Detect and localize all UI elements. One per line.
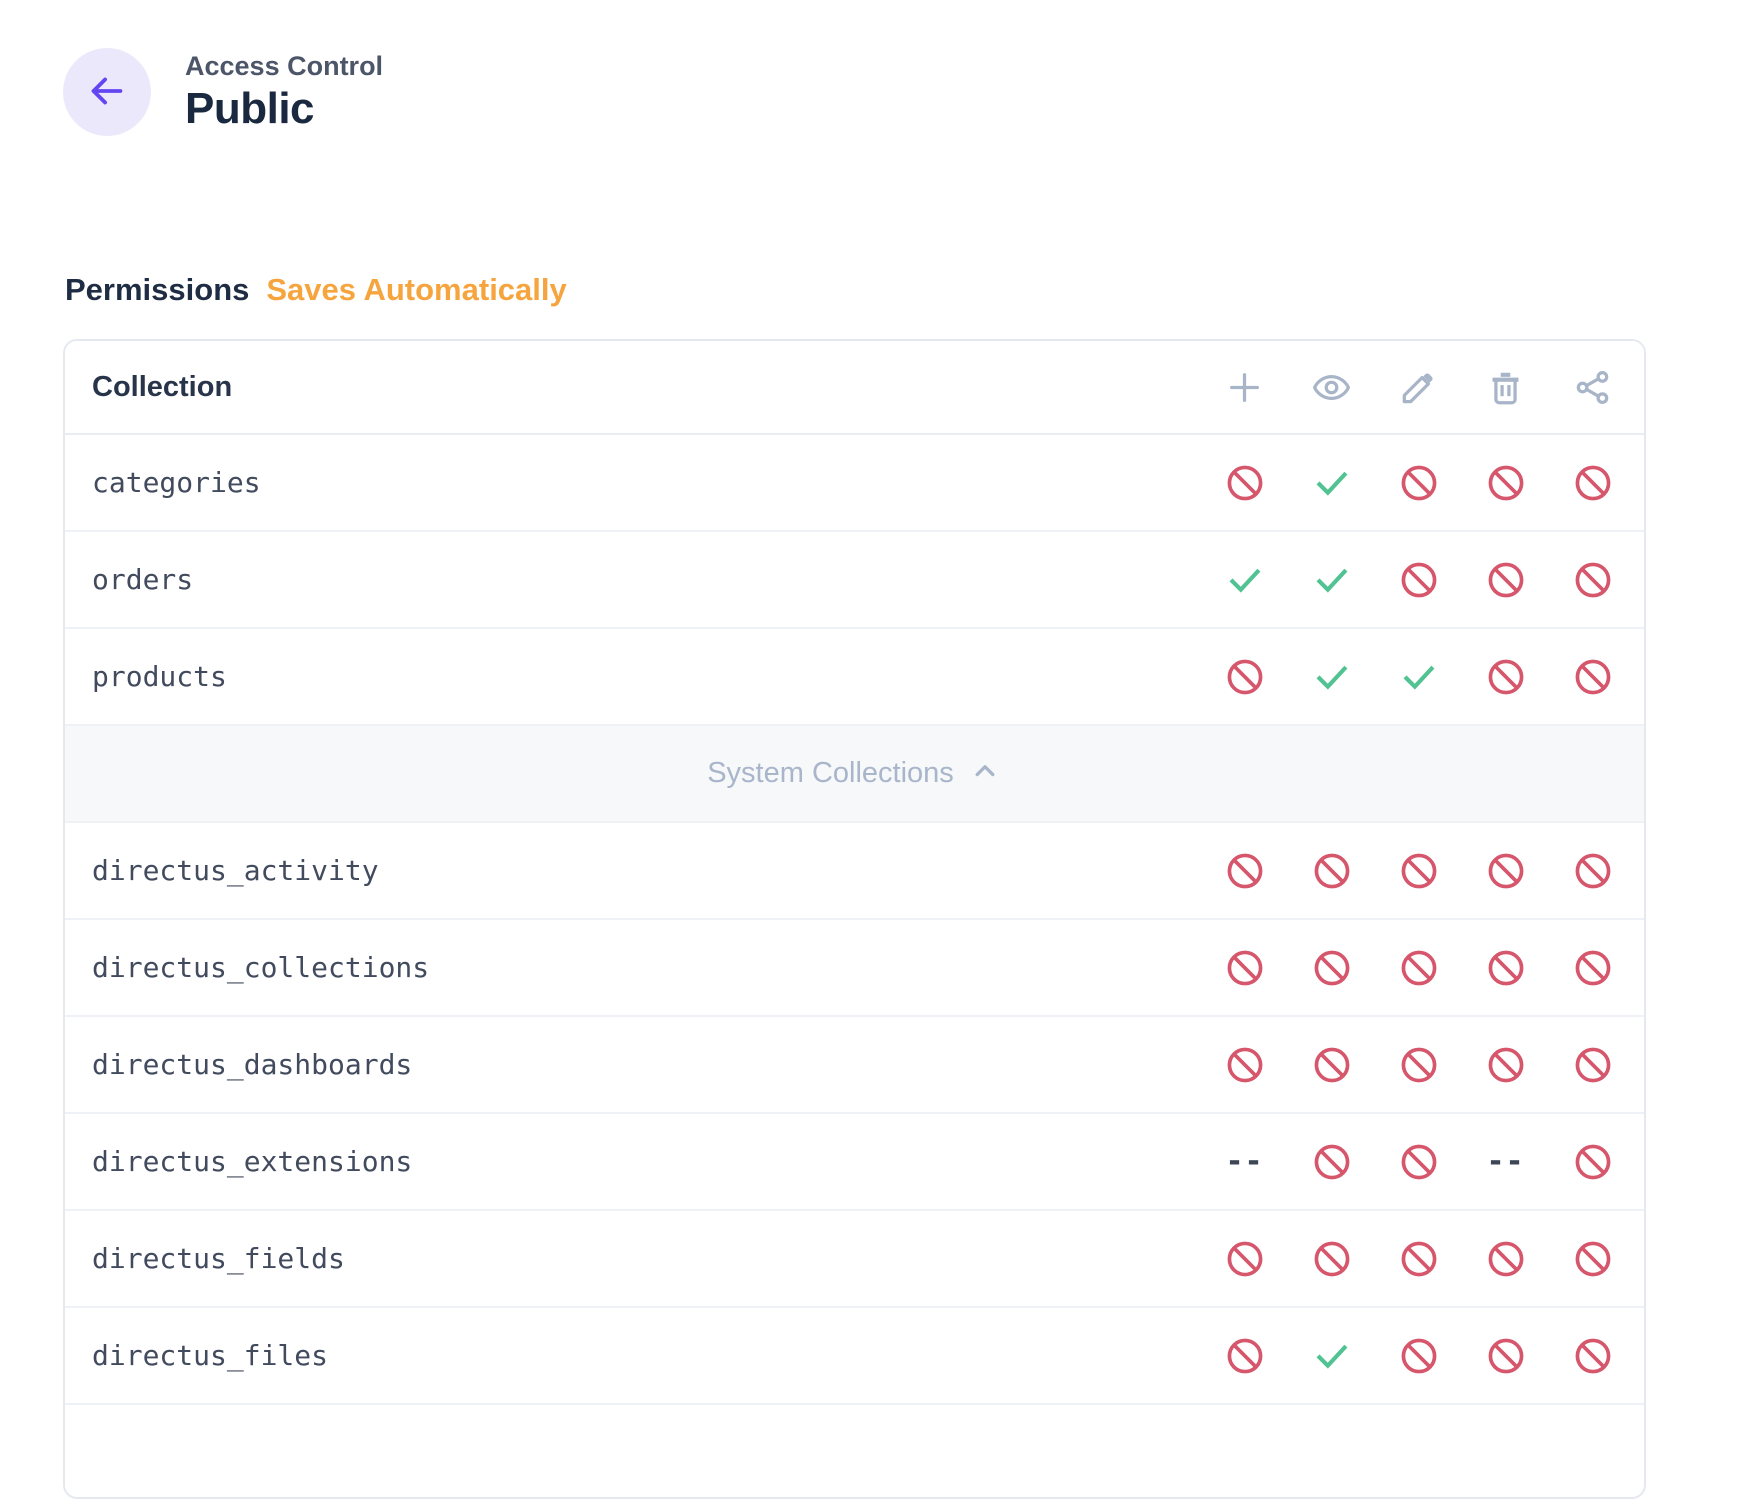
block-icon-share[interactable] xyxy=(1549,1238,1636,1280)
collection-name: products xyxy=(92,660,1201,693)
block-icon-read[interactable] xyxy=(1288,1141,1375,1183)
title-block: Access Control Public xyxy=(185,50,383,135)
check-icon-read[interactable] xyxy=(1288,1336,1375,1376)
collection-name: directus_activity xyxy=(92,854,1201,887)
table-row: products xyxy=(65,629,1644,726)
saves-automatically-badge: Saves Automatically xyxy=(266,272,566,308)
plus-icon xyxy=(1201,367,1288,408)
breadcrumb: Access Control xyxy=(185,50,383,82)
system-collections-label: System Collections xyxy=(707,757,954,790)
table-row: directus_activity xyxy=(65,823,1644,920)
collection-name: orders xyxy=(92,563,1201,596)
collection-name: directus_dashboards xyxy=(92,1048,1201,1081)
block-icon-share[interactable] xyxy=(1549,462,1636,504)
block-icon-update[interactable] xyxy=(1375,559,1462,601)
block-icon-delete[interactable] xyxy=(1462,559,1549,601)
block-icon-create[interactable] xyxy=(1201,947,1288,989)
block-icon-share[interactable] xyxy=(1549,1335,1636,1377)
block-icon-update[interactable] xyxy=(1375,1238,1462,1280)
trash-icon xyxy=(1462,367,1549,408)
collection-name: directus_extensions xyxy=(92,1145,1201,1178)
pencil-icon xyxy=(1375,367,1462,408)
block-icon-read[interactable] xyxy=(1288,947,1375,989)
block-icon-share[interactable] xyxy=(1549,1141,1636,1183)
block-icon-create[interactable] xyxy=(1201,1044,1288,1086)
check-icon-create[interactable] xyxy=(1201,560,1288,600)
table-header-row: Collection xyxy=(65,341,1644,435)
eye-icon xyxy=(1288,367,1375,408)
check-icon-read[interactable] xyxy=(1288,560,1375,600)
block-icon-update[interactable] xyxy=(1375,1044,1462,1086)
collection-name: directus_collections xyxy=(92,951,1201,984)
back-button[interactable] xyxy=(63,48,151,136)
block-icon-share[interactable] xyxy=(1549,850,1636,892)
check-icon-read[interactable] xyxy=(1288,463,1375,503)
system-collections-toggle[interactable]: System Collections xyxy=(65,726,1644,823)
share-icon xyxy=(1549,367,1636,408)
block-icon-share[interactable] xyxy=(1549,656,1636,698)
chevron-up-icon xyxy=(968,754,1002,793)
table-row: directus_extensions -- -- xyxy=(65,1114,1644,1211)
block-icon-update[interactable] xyxy=(1375,947,1462,989)
block-icon-delete[interactable] xyxy=(1462,850,1549,892)
block-icon-create[interactable] xyxy=(1201,850,1288,892)
table-row: directus_fields xyxy=(65,1211,1644,1308)
permission-dash-create: -- xyxy=(1201,1144,1288,1179)
block-icon-delete[interactable] xyxy=(1462,1335,1549,1377)
block-icon-update[interactable] xyxy=(1375,1335,1462,1377)
block-icon-delete[interactable] xyxy=(1462,1044,1549,1086)
table-row: categories xyxy=(65,435,1644,532)
check-icon-read[interactable] xyxy=(1288,657,1375,697)
permissions-label: Permissions xyxy=(65,272,249,308)
block-icon-delete[interactable] xyxy=(1462,462,1549,504)
collection-column-header: Collection xyxy=(92,371,1201,404)
table-row: directus_files xyxy=(65,1308,1644,1405)
table-row: orders xyxy=(65,532,1644,629)
block-icon-delete[interactable] xyxy=(1462,1238,1549,1280)
block-icon-create[interactable] xyxy=(1201,1238,1288,1280)
block-icon-delete[interactable] xyxy=(1462,947,1549,989)
table-row: directus_collections xyxy=(65,920,1644,1017)
block-icon-share[interactable] xyxy=(1549,947,1636,989)
table-row: directus_dashboards xyxy=(65,1017,1644,1114)
block-icon-delete[interactable] xyxy=(1462,656,1549,698)
block-icon-create[interactable] xyxy=(1201,1335,1288,1377)
block-icon-update[interactable] xyxy=(1375,1141,1462,1183)
collection-name: categories xyxy=(92,466,1201,499)
block-icon-share[interactable] xyxy=(1549,559,1636,601)
page-title: Public xyxy=(185,84,383,135)
page-header: Access Control Public xyxy=(63,48,383,136)
block-icon-read[interactable] xyxy=(1288,1044,1375,1086)
block-icon-read[interactable] xyxy=(1288,1238,1375,1280)
permissions-section-header: Permissions Saves Automatically xyxy=(65,272,567,308)
collection-name: directus_fields xyxy=(92,1242,1201,1275)
arrow-left-icon xyxy=(84,68,130,117)
block-icon-create[interactable] xyxy=(1201,656,1288,698)
check-icon-update[interactable] xyxy=(1375,657,1462,697)
permission-dash-delete: -- xyxy=(1462,1144,1549,1179)
block-icon-read[interactable] xyxy=(1288,850,1375,892)
block-icon-update[interactable] xyxy=(1375,462,1462,504)
block-icon-create[interactable] xyxy=(1201,462,1288,504)
block-icon-share[interactable] xyxy=(1549,1044,1636,1086)
block-icon-update[interactable] xyxy=(1375,850,1462,892)
collection-name: directus_files xyxy=(92,1339,1201,1372)
permissions-table: Collection xyxy=(63,339,1646,1499)
